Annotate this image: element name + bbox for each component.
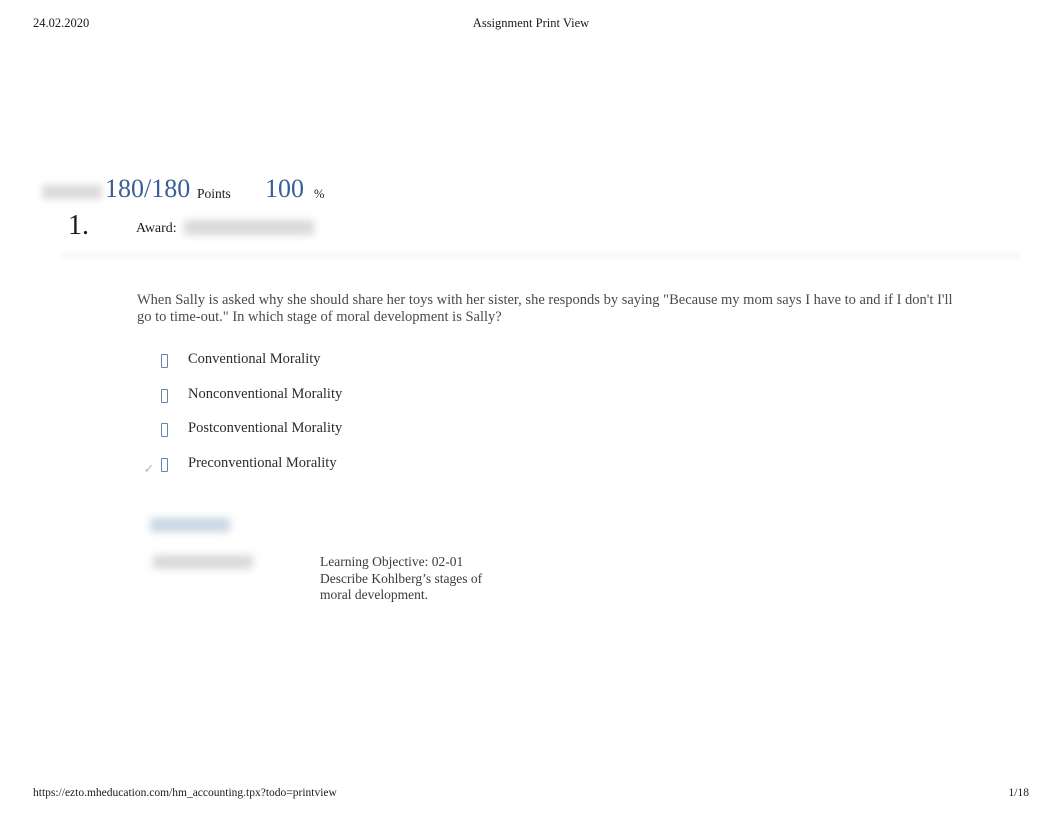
- question-divider: [62, 252, 1020, 259]
- list-item[interactable]: Nonconventional Morality: [137, 384, 637, 419]
- option-label: Nonconventional Morality: [188, 385, 343, 402]
- learning-objective-text-line2: moral development.: [320, 587, 428, 602]
- metadata-link-redacted[interactable]: [150, 518, 230, 532]
- print-header: 24.02.2020 Assignment Print View: [0, 16, 1062, 36]
- score-points-value: 180/180: [105, 174, 191, 203]
- option-label: Postconventional Morality: [188, 420, 343, 436]
- option-label: Preconventional Morality: [188, 454, 337, 471]
- score-points-unit: Points: [197, 186, 231, 201]
- radio-button-icon[interactable]: [161, 353, 173, 373]
- score-summary: 180/180 Points 100 %: [33, 174, 1033, 210]
- score-percent-unit: %: [314, 187, 325, 201]
- award-label: Award:: [136, 221, 177, 236]
- score-percent-value: 100: [265, 174, 304, 203]
- list-item[interactable]: Postconventional Morality: [137, 418, 637, 453]
- learning-objective-text-line1: Describe Kohlberg’s stages of: [320, 570, 483, 586]
- learning-objective: Learning Objective: 02-01 Describe Kohlb…: [320, 554, 570, 604]
- radio-button-icon[interactable]: [161, 457, 173, 477]
- option-label: Conventional Morality: [188, 351, 321, 367]
- answer-options: Conventional Morality Nonconventional Mo…: [137, 349, 637, 487]
- score-label-redacted: [42, 185, 102, 199]
- radio-button-icon[interactable]: [161, 388, 173, 408]
- print-title: Assignment Print View: [472, 16, 590, 30]
- question-number: 1.: [68, 210, 89, 241]
- correct-check-icon: ✓: [143, 460, 155, 476]
- learning-objective-id: Learning Objective: 02-01: [320, 554, 464, 569]
- metadata-tag-redacted: [153, 555, 253, 569]
- list-item[interactable]: ✓ Preconventional Morality: [137, 453, 637, 488]
- question-stem: When Sally is asked why she should share…: [137, 292, 953, 325]
- award-value-redacted: [184, 220, 314, 235]
- radio-button-icon[interactable]: [161, 422, 173, 442]
- print-page-number: 1/18: [1008, 787, 1029, 799]
- print-url: https://ezto.mheducation.com/hm_accounti…: [33, 787, 337, 799]
- print-footer: https://ezto.mheducation.com/hm_accounti…: [0, 787, 1062, 803]
- list-item[interactable]: Conventional Morality: [137, 349, 637, 384]
